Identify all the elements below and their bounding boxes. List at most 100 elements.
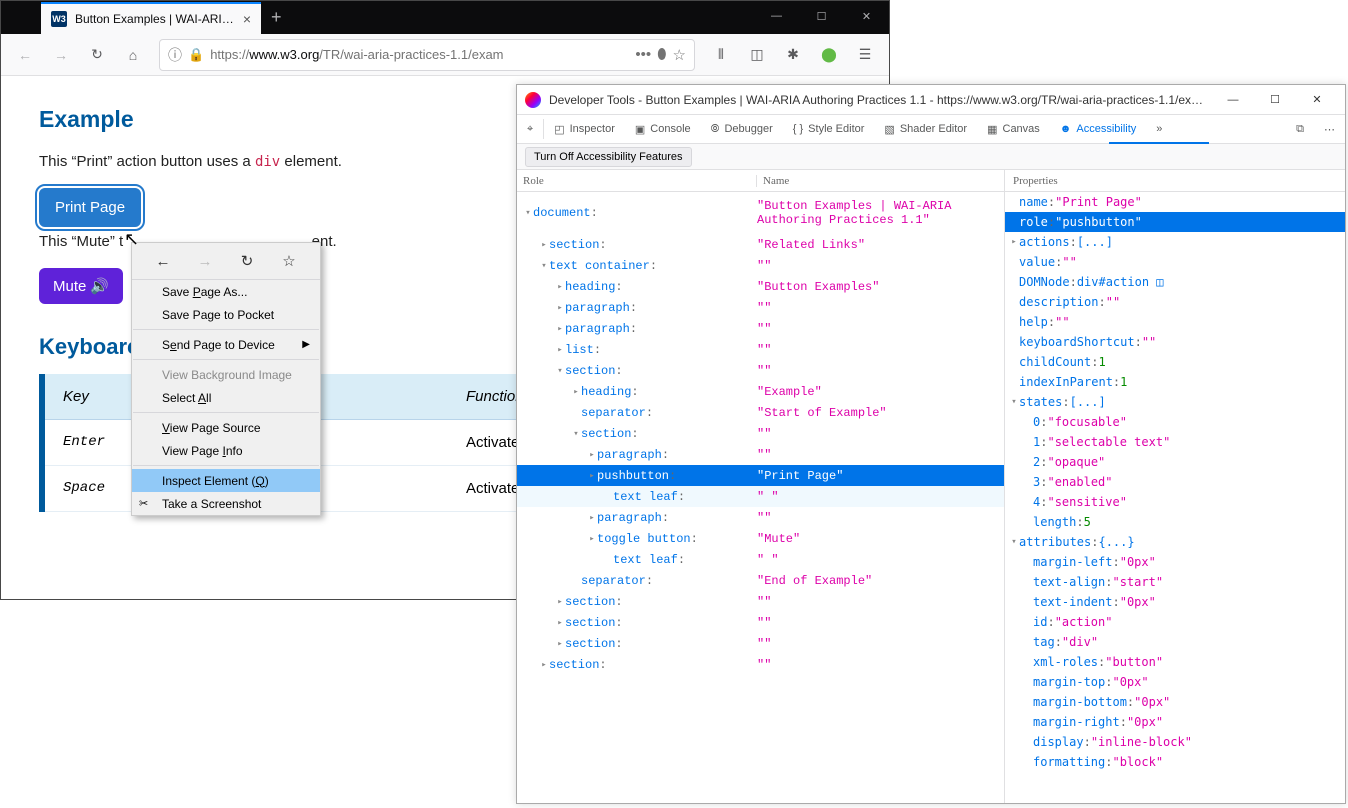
tab-console[interactable]: ▣Console	[625, 115, 701, 144]
tree-row[interactable]: text leaf:" "	[517, 549, 1004, 570]
ctx-forward-icon[interactable]: →	[191, 247, 219, 275]
star-icon[interactable]: ☆	[673, 46, 686, 64]
ctx-pocket[interactable]: Save Page to Pocket	[132, 303, 320, 326]
tree-row[interactable]: ▸section:""	[517, 612, 1004, 633]
tree-row[interactable]: ▾text container:""	[517, 255, 1004, 276]
tree-row[interactable]: ▾document:"Button Examples | WAI-ARIA Au…	[517, 192, 1004, 234]
twisty-icon[interactable]: ▾	[539, 261, 549, 271]
prop-row[interactable]: DOMNode: div#action ◫	[1005, 272, 1345, 292]
print-page-button[interactable]: Print Page	[39, 188, 141, 227]
addon2-icon[interactable]: ⬤	[813, 39, 845, 71]
ctx-inspect-element[interactable]: Inspect Element (Q)	[132, 469, 320, 492]
minimize-icon[interactable]: —	[1213, 85, 1253, 115]
prop-row[interactable]: indexInParent: 1	[1005, 372, 1345, 392]
twisty-icon[interactable]: ▸	[555, 618, 565, 628]
prop-row[interactable]: ▾states: [...]	[1005, 392, 1345, 412]
tree-row[interactable]: ▾section:""	[517, 360, 1004, 381]
tree-row[interactable]: ▸list:""	[517, 339, 1004, 360]
close-icon[interactable]: ✕	[1297, 85, 1337, 115]
ctx-screenshot[interactable]: ✂Take a Screenshot	[132, 492, 320, 515]
tab-style-editor[interactable]: { }Style Editor	[783, 115, 875, 144]
new-tab-button[interactable]: +	[261, 1, 292, 34]
twisty-icon[interactable]: ▸	[555, 324, 565, 334]
tree-row[interactable]: ▸toggle button:"Mute"	[517, 528, 1004, 549]
twisty-icon[interactable]: ▾	[571, 429, 581, 439]
maximize-icon[interactable]: ☐	[799, 1, 844, 31]
more-icon[interactable]: •••	[635, 46, 651, 63]
tree-row[interactable]: text leaf:" "	[517, 486, 1004, 507]
prop-row[interactable]: 1: "selectable text"	[1005, 432, 1345, 452]
home-button[interactable]: ⌂	[117, 39, 149, 71]
minimize-icon[interactable]: —	[754, 1, 799, 31]
tree-row[interactable]: ▸paragraph:""	[517, 318, 1004, 339]
tree-row[interactable]: ▸paragraph:""	[517, 297, 1004, 318]
prop-row[interactable]: margin-left: "0px"	[1005, 552, 1345, 572]
ctx-back-icon[interactable]: ←	[149, 247, 177, 275]
close-icon[interactable]: ✕	[844, 1, 889, 31]
prop-row[interactable]: childCount: 1	[1005, 352, 1345, 372]
prop-row[interactable]: 4: "sensitive"	[1005, 492, 1345, 512]
addon-icon[interactable]: ✱	[777, 39, 809, 71]
reload-button[interactable]: ↻	[81, 39, 113, 71]
twisty-icon[interactable]: ▸	[555, 597, 565, 607]
prop-row[interactable]: value: ""	[1005, 252, 1345, 272]
tree-row[interactable]: ▸heading:"Example"	[517, 381, 1004, 402]
prop-row[interactable]: tag: "div"	[1005, 632, 1345, 652]
twisty-icon[interactable]: ▸	[571, 387, 581, 397]
prop-row[interactable]: length: 5	[1005, 512, 1345, 532]
prop-row[interactable]: 3: "enabled"	[1005, 472, 1345, 492]
twisty-icon[interactable]: ▾	[555, 366, 565, 376]
prop-row[interactable]: formatting: "block"	[1005, 752, 1345, 772]
maximize-icon[interactable]: ☐	[1255, 85, 1295, 115]
dock-icon[interactable]: ⧉	[1286, 115, 1314, 144]
tree-row[interactable]: ▸section:"Related Links"	[517, 234, 1004, 255]
prop-row[interactable]: text-indent: "0px"	[1005, 592, 1345, 612]
prop-row[interactable]: margin-bottom: "0px"	[1005, 692, 1345, 712]
accessibility-tree[interactable]: Role Name ▾document:"Button Examples | W…	[517, 170, 1005, 803]
prop-row[interactable]: 0: "focusable"	[1005, 412, 1345, 432]
twisty-icon[interactable]: ▾	[1009, 537, 1019, 547]
info-icon[interactable]: ⓘ	[168, 45, 182, 65]
tree-row[interactable]: ▸paragraph:""	[517, 444, 1004, 465]
tree-row[interactable]: ▸section:""	[517, 654, 1004, 675]
ctx-bookmark-icon[interactable]: ☆	[275, 247, 303, 275]
prop-row[interactable]: ▾attributes: {...}	[1005, 532, 1345, 552]
tree-row[interactable]: separator:"End of Example"	[517, 570, 1004, 591]
tab-shader-editor[interactable]: ▧Shader Editor	[874, 115, 977, 144]
tree-row[interactable]: ▸pushbutton:"Print Page"	[517, 465, 1004, 486]
tree-row[interactable]: ▾section:""	[517, 423, 1004, 444]
tree-row[interactable]: ▸section:""	[517, 633, 1004, 654]
twisty-icon[interactable]: ▸	[539, 660, 549, 670]
forward-button[interactable]: →	[45, 39, 77, 71]
mute-button[interactable]: Mute🔊	[39, 268, 123, 304]
tab-debugger[interactable]: ⦾Debugger	[701, 115, 783, 144]
ctx-view-source[interactable]: View Page Source	[132, 416, 320, 439]
prop-row[interactable]: display: "inline-block"	[1005, 732, 1345, 752]
prop-row[interactable]: margin-right: "0px"	[1005, 712, 1345, 732]
prop-row[interactable]: ▸actions: [...]	[1005, 232, 1345, 252]
twisty-icon[interactable]: ▸	[555, 303, 565, 313]
tab-accessibility[interactable]: ☻Accessibility	[1050, 115, 1146, 144]
twisty-icon[interactable]: ▾	[523, 208, 533, 218]
twisty-icon[interactable]: ▸	[587, 471, 597, 481]
ctx-send-device[interactable]: Send Page to Device▶	[132, 333, 320, 356]
ctx-reload-icon[interactable]: ↻	[233, 247, 261, 275]
browser-tab[interactable]: W3 Button Examples | WAI-ARIA Au ×	[41, 2, 261, 34]
close-icon[interactable]: ×	[243, 11, 251, 27]
prop-row[interactable]: help: ""	[1005, 312, 1345, 332]
back-button[interactable]: ←	[9, 39, 41, 71]
twisty-icon[interactable]: ▸	[587, 534, 597, 544]
prop-row[interactable]: role: "pushbutton"	[1005, 212, 1345, 232]
prop-row[interactable]: xml-roles: "button"	[1005, 652, 1345, 672]
tree-row[interactable]: ▸heading:"Button Examples"	[517, 276, 1004, 297]
ctx-save-as[interactable]: Save Page As...	[132, 280, 320, 303]
twisty-icon[interactable]: ▸	[587, 450, 597, 460]
prop-row[interactable]: id: "action"	[1005, 612, 1345, 632]
library-icon[interactable]: ⫴	[705, 39, 737, 71]
options-icon[interactable]: ⋯	[1314, 115, 1345, 144]
twisty-icon[interactable]: ▸	[1009, 237, 1019, 247]
twisty-icon[interactable]: ▸	[555, 639, 565, 649]
tree-row[interactable]: ▸section:""	[517, 591, 1004, 612]
tab-overflow[interactable]: »	[1146, 115, 1172, 144]
turn-off-a11y-button[interactable]: Turn Off Accessibility Features	[525, 147, 692, 167]
